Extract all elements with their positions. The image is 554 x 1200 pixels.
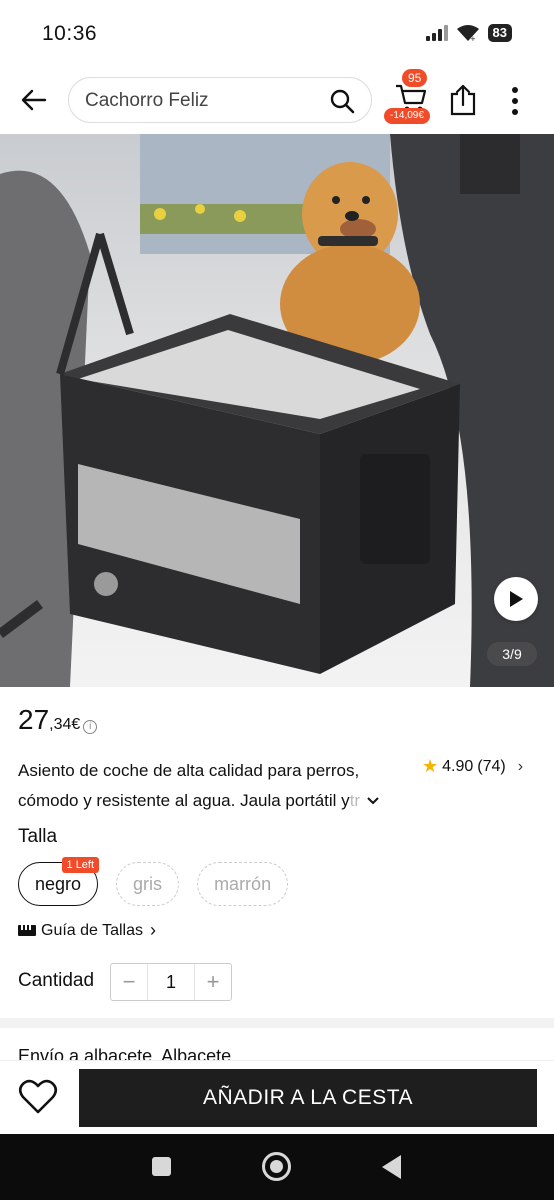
quantity-stepper: − 1 + [110,963,232,1001]
heart-icon [18,1079,58,1114]
rating-summary[interactable]: ★ 4.90 (74) › [422,756,523,777]
battery-icon: 83 [487,24,512,42]
status-icons: + 83 [425,24,512,42]
star-icon: ★ [422,756,439,776]
app-bar: Cachorro Feliz 95 -14,09€ [0,66,554,134]
image-counter: 3/9 [487,642,537,666]
system-back-button[interactable] [382,1155,401,1179]
quantity-increase-button[interactable]: + [195,964,231,1000]
search-input[interactable]: Cachorro Feliz [68,77,372,123]
cart-count-badge: 95 [402,69,428,87]
search-icon[interactable] [329,88,355,114]
section-divider [0,1018,554,1028]
signal-icon [425,25,448,41]
price-integer: 27 [18,704,50,735]
quantity-label: Cantidad [18,970,95,991]
wifi-icon: + [456,25,479,42]
rating-value: 4.90 [442,757,474,775]
add-to-cart-button[interactable]: AÑADIR A LA CESTA [79,1069,537,1127]
quantity-decrease-button[interactable]: − [111,964,147,1000]
size-options: negro 1 Left gris marrón [18,857,289,906]
wishlist-button[interactable] [18,1079,58,1117]
title-line-2-fade: tr [349,791,361,810]
price-decimal: ,34€ [49,716,81,733]
title-line-2: cómodo y resistente al agua. Jaula portá… [18,786,388,816]
more-dot-icon [512,109,518,115]
product-image[interactable]: 3/9 [0,134,554,687]
title-line-1: Asiento de coche de alta calidad para pe… [18,761,360,780]
status-bar: 10:36 + 83 [0,0,554,66]
info-icon[interactable]: i [83,720,98,734]
product-title[interactable]: Asiento de coche de alta calidad para pe… [18,756,388,816]
search-query: Cachorro Feliz [85,90,209,111]
more-dot-icon [512,98,518,104]
size-guide-link[interactable]: Guía de Tallas › [18,920,156,941]
product-price: 27 ,34€ i [18,704,98,736]
chevron-right-icon: › [517,757,524,775]
quantity-value[interactable]: 1 [147,964,195,1000]
share-icon [450,84,476,116]
stock-badge: 1 Left [61,857,100,873]
size-option-gris[interactable]: gris [116,862,180,906]
size-option-negro[interactable]: negro 1 Left [18,857,100,906]
svg-text:+: + [470,35,476,42]
cart-button[interactable]: 95 -14,09€ [384,69,438,130]
more-options-button[interactable] [500,84,530,118]
status-time: 10:36 [42,22,98,45]
product-photo [0,134,554,687]
size-label: Talla [18,826,58,847]
size-option-label: gris [133,874,163,894]
more-dot-icon [512,87,518,93]
cart-discount-badge: -14,09€ [384,108,430,124]
size-guide-label: Guía de Tallas [41,921,143,939]
play-icon [510,591,523,607]
size-option-marron[interactable]: marrón [197,862,289,906]
back-button[interactable] [14,80,54,120]
share-button[interactable] [448,84,480,118]
home-button[interactable] [262,1152,291,1181]
system-nav-bar [0,1134,554,1200]
size-option-label: marrón [214,874,272,894]
back-arrow-icon [21,89,47,111]
chevron-down-icon[interactable] [366,796,380,806]
chevron-right-icon: › [150,920,156,940]
title-line-2-text: cómodo y resistente al agua. Jaula portá… [18,791,350,810]
size-option-label: negro [35,874,82,894]
review-count: (74) [477,757,506,775]
bottom-action-bar: AÑADIR A LA CESTA [0,1060,554,1134]
ruler-icon [18,925,36,936]
recent-apps-button[interactable] [152,1157,171,1176]
play-video-button[interactable] [494,577,538,621]
